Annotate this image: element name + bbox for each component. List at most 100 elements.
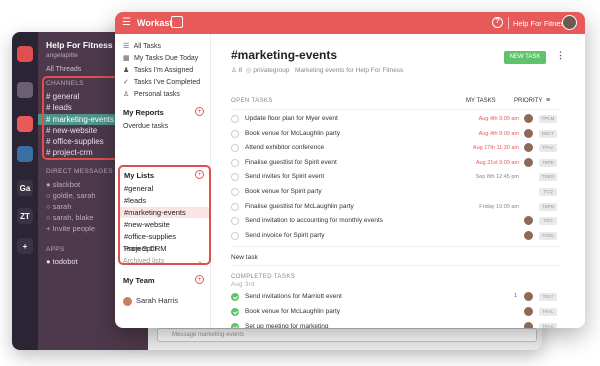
team-name[interactable]: Help For Fitness <box>46 40 113 50</box>
due-date: Aug 17th 11:30 am <box>472 145 519 152</box>
nav-completed[interactable]: ✓ Tasks I've Completed <box>123 78 200 88</box>
assignee-avatar <box>524 114 533 123</box>
task-checkbox[interactable] <box>231 217 239 226</box>
task-row[interactable]: Send invoice for Spirit party TGDC <box>231 230 561 242</box>
help-icon[interactable]: ? <box>492 17 503 28</box>
topbar-divider <box>508 17 509 29</box>
task-checkbox[interactable] <box>231 231 239 240</box>
task-row[interactable]: Book venue for Spirit party TCQ <box>231 187 561 198</box>
task-checkbox-checked[interactable] <box>231 293 239 301</box>
task-row[interactable]: Update floor plan for Myer event Aug 4th … <box>231 114 561 125</box>
list-general[interactable]: #general <box>124 184 153 193</box>
nav-all-tasks[interactable]: ☰ All Tasks <box>123 42 161 52</box>
workspace-name[interactable]: Help For Fitness <box>513 19 568 28</box>
team-member[interactable]: Sarah Harris <box>123 296 178 306</box>
add-report-icon[interactable]: + <box>195 107 204 116</box>
completed-date: Aug 3rd <box>231 282 255 288</box>
task-row[interactable]: Send invites for Spirit event Sep 8th 12:… <box>231 172 561 183</box>
task-checkbox-checked[interactable] <box>231 307 239 316</box>
assignee-avatar <box>524 292 533 301</box>
task-row[interactable]: Book venue for McLaughlin party TRAL <box>231 306 561 318</box>
new-task-link[interactable]: New task <box>231 254 258 261</box>
nav-label: My Tasks Due Today <box>133 55 199 62</box>
divider <box>231 246 561 247</box>
task-id-badge: TDEO <box>539 173 557 182</box>
task-row[interactable]: Send invitations for Marriott event 1 TELT <box>231 292 561 303</box>
visibility: privategroup <box>253 67 290 74</box>
list-team-sprit[interactable]: Team Sprit <box>123 245 156 255</box>
workspace-icon-ga[interactable]: Ga <box>17 180 33 196</box>
list-office-supplies[interactable]: #office-supplies <box>124 232 176 241</box>
avatar <box>123 296 132 306</box>
list-marketing-events[interactable]: #marketing-events <box>120 207 209 218</box>
workast-window: ☰ Workast ? Help For Fitness ☰ All Tasks… <box>115 12 585 328</box>
dm-sarah-blake[interactable]: ○ sarah, blake <box>46 213 93 222</box>
workspace-icon-1[interactable] <box>17 46 33 62</box>
nav-assigned[interactable]: ♟ Tasks I'm Assigned <box>123 66 193 76</box>
task-checkbox[interactable] <box>231 144 239 153</box>
new-task-button[interactable]: NEW TASK <box>504 51 546 64</box>
divider <box>231 265 561 266</box>
app-todobot[interactable]: ● todobot <box>46 257 78 266</box>
task-title: Book venue for McLaughlin party <box>245 307 341 315</box>
workast-left-panel: ☰ All Tasks ▦ My Tasks Due Today ♟ Tasks… <box>115 34 211 328</box>
report-overdue[interactable]: Overdue tasks <box>123 122 168 132</box>
user-icon: ♟ <box>123 67 130 74</box>
archived-lists[interactable]: Archived lists <box>123 257 164 267</box>
task-id-badge: TPAA <box>539 144 557 153</box>
task-checkbox[interactable] <box>231 158 239 167</box>
task-checkbox[interactable] <box>231 173 239 182</box>
task-title: Attend exhibitor conference <box>245 144 325 152</box>
workast-logo-icon <box>171 16 183 28</box>
workspace-icon-2[interactable] <box>17 82 33 98</box>
member-name: Sarah Harris <box>136 296 179 305</box>
task-checkbox[interactable] <box>231 188 239 196</box>
task-id-badge: TRAC <box>539 322 557 328</box>
direct-messages-heading[interactable]: DIRECT MESSAGES <box>46 168 113 175</box>
task-row[interactable]: Finalise guestlist for Spirit event Aug 2… <box>231 157 561 169</box>
task-id-badge: TDPN <box>539 202 557 211</box>
dm-slackbot[interactable]: ● slackbot <box>46 180 80 189</box>
task-checkbox[interactable] <box>231 129 239 138</box>
task-checkbox[interactable] <box>231 115 239 123</box>
dm-goldie-sarah[interactable]: ○ goldie, sarah <box>46 191 96 200</box>
task-checkbox[interactable] <box>231 202 239 211</box>
task-row[interactable]: Attend exhibitor conference Aug 17th 11:3… <box>231 143 561 154</box>
assignee-avatar <box>524 321 533 328</box>
nav-personal[interactable]: ♙ Personal tasks <box>123 90 180 100</box>
task-title: Update floor plan for Myer event <box>245 115 338 122</box>
sort-icon[interactable]: ≡ <box>546 97 550 104</box>
task-checkbox-checked[interactable] <box>231 322 239 328</box>
nav-due-today[interactable]: ▦ My Tasks Due Today <box>123 54 198 64</box>
tab-priority[interactable]: PRIORITY <box>514 98 542 104</box>
more-options-icon[interactable]: ⋮ <box>556 50 565 61</box>
list-leads[interactable]: #leads <box>124 196 146 205</box>
tab-my-tasks[interactable]: MY TASKS <box>466 98 496 104</box>
menu-icon[interactable]: ☰ <box>122 18 131 28</box>
add-list-icon[interactable]: + <box>195 170 204 179</box>
list-description: Marketing events for Help For Fitness <box>294 67 404 74</box>
list-new-website[interactable]: #new-website <box>124 220 170 229</box>
message-input[interactable]: Message marketing-events <box>157 328 537 342</box>
all-threads-link[interactable]: All Threads <box>46 66 81 73</box>
assignee-avatar <box>524 230 533 240</box>
task-row[interactable]: Finalise guestlist for McLaughlin party F… <box>231 202 561 213</box>
dm-sarah[interactable]: ○ sarah <box>46 202 71 211</box>
user-avatar[interactable] <box>562 15 577 30</box>
workspace-icon-3[interactable] <box>17 116 33 132</box>
chevron-down-icon[interactable]: ⌄ <box>197 257 203 265</box>
invite-people-link[interactable]: + Invite people <box>46 224 95 233</box>
apps-heading[interactable]: APPS <box>46 246 65 253</box>
completed-tasks-heading: COMPLETED TASKS <box>231 274 296 280</box>
divider <box>231 109 561 110</box>
task-id-badge: TBPE <box>539 158 557 167</box>
task-row[interactable]: Set up meeting for marketing TRAC <box>231 321 561 328</box>
add-workspace-icon[interactable]: + <box>17 238 33 254</box>
workspace-icon-zt[interactable]: ZT <box>17 208 33 224</box>
add-member-icon[interactable]: + <box>195 275 204 284</box>
task-row[interactable]: Book venue for McLaughlin party Aug 4th 9… <box>231 128 561 140</box>
task-row[interactable]: Send invitation to accounting for monthl… <box>231 216 561 227</box>
due-date: Friday 10:00 am <box>479 203 519 210</box>
task-id-badge: TELT <box>539 293 557 301</box>
workspace-icon-4[interactable] <box>17 146 33 162</box>
